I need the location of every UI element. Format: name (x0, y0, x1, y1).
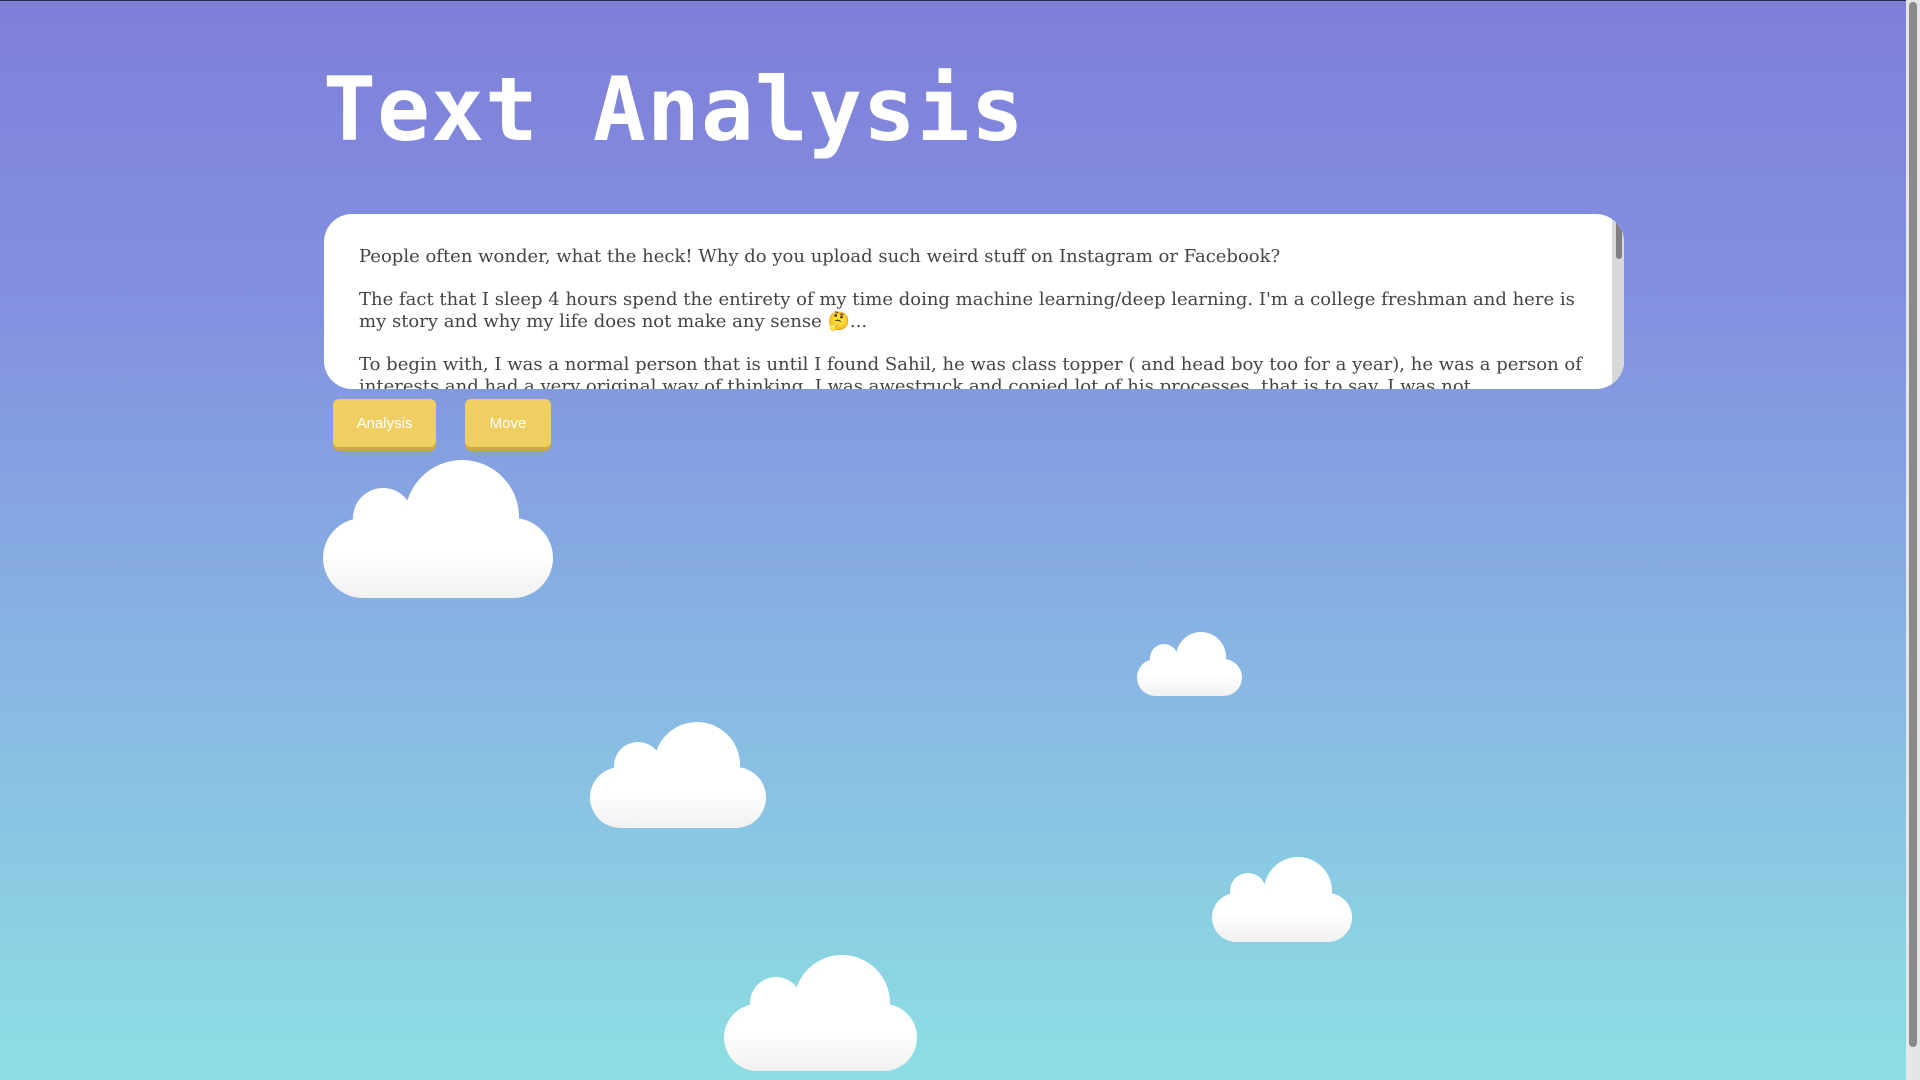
page-scrollbar[interactable] (1906, 0, 1920, 1080)
text-content[interactable]: People often wonder, what the heck! Why … (359, 246, 1584, 389)
cloud-icon (1212, 857, 1352, 942)
cloud-icon (323, 460, 553, 598)
page-title: Text Analysis (323, 58, 1025, 161)
text-paragraph: To begin with, I was a normal person tha… (359, 354, 1582, 389)
resize-handle-icon[interactable] (1613, 378, 1622, 387)
text-input-area[interactable]: People often wonder, what the heck! Why … (324, 214, 1624, 389)
cloud-icon (1137, 632, 1242, 696)
textarea-scrollbar-thumb[interactable] (1616, 217, 1622, 259)
textarea-scrollbar[interactable] (1612, 214, 1624, 389)
analysis-button[interactable]: Analysis (333, 399, 436, 447)
text-paragraph: People often wonder, what the heck! Why … (359, 246, 1281, 267)
cloud-icon (724, 955, 917, 1071)
window-top-border (0, 0, 1920, 1)
page-scrollbar-thumb[interactable] (1909, 2, 1917, 1047)
move-button[interactable]: Move (465, 399, 551, 447)
text-paragraph: The fact that I sleep 4 hours spend the … (359, 289, 1575, 332)
cloud-icon (590, 722, 766, 828)
